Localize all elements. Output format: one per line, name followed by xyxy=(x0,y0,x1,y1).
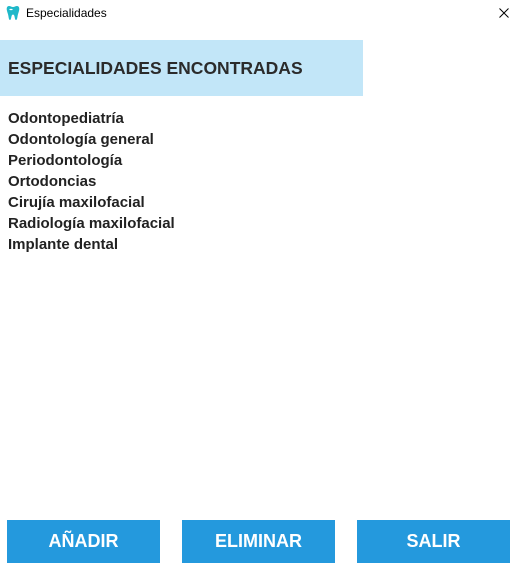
list-item[interactable]: Odontología general xyxy=(8,129,408,150)
list-item[interactable]: Odontopediatría xyxy=(8,108,408,129)
title-bar: Especialidades xyxy=(0,0,519,28)
list-item[interactable]: Periodontología xyxy=(8,150,408,171)
list-item[interactable]: Cirujía maxilofacial xyxy=(8,192,408,213)
list-item[interactable]: Ortodoncias xyxy=(8,171,408,192)
list-item[interactable]: Radiología maxilofacial xyxy=(8,213,408,234)
exit-button[interactable]: SALIR xyxy=(357,520,510,563)
section-title: ESPECIALIDADES ENCONTRADAS xyxy=(8,57,303,78)
list-item[interactable]: Implante dental xyxy=(8,234,408,255)
specialties-window: Especialidades ESPECIALIDADES ENCONTRADA… xyxy=(0,0,519,579)
tooth-icon xyxy=(6,5,20,21)
close-button[interactable] xyxy=(489,0,519,28)
delete-button[interactable]: ELIMINAR xyxy=(182,520,335,563)
close-icon xyxy=(499,5,509,23)
section-header: ESPECIALIDADES ENCONTRADAS xyxy=(0,40,363,96)
specialties-list: Odontopediatría Odontología general Peri… xyxy=(8,108,408,255)
add-button[interactable]: AÑADIR xyxy=(7,520,160,563)
window-title: Especialidades xyxy=(26,6,107,20)
